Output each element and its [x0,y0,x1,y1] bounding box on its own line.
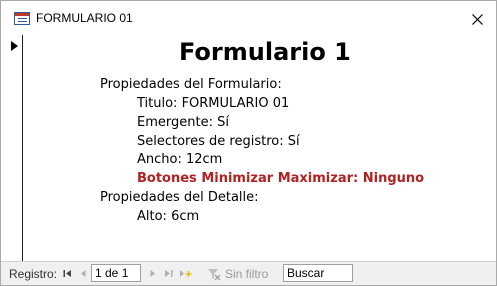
filter-label: Sin filtro [225,267,269,281]
last-record-button[interactable] [162,266,174,280]
property-width: Ancho: 12cm [137,152,223,167]
form-window: FORMULARIO 01 Formulario 1 Propiedades d… [0,0,497,286]
new-record-button[interactable] [178,266,192,280]
record-selector[interactable] [1,35,23,261]
property-height: Alto: 6cm [137,209,200,224]
window-title: FORMULARIO 01 [36,11,133,25]
section-label-form: Propiedades del Formulario: [100,77,282,92]
record-navigation-bar: Registro: 1 de 1 Sin filtro Buscar [1,261,496,285]
property-title: Titulo: FORMULARIO 01 [137,96,290,111]
property-popup: Emergente: Sí [137,115,229,130]
form-icon [14,12,30,25]
previous-record-button[interactable] [77,266,89,280]
next-record-icon [150,269,155,277]
search-field[interactable]: Buscar [283,264,353,282]
new-record-icon [179,269,191,277]
last-record-icon [164,269,172,277]
filter-toggle[interactable]: Sin filtro [207,266,268,282]
current-record-arrow-icon [11,41,18,51]
form-heading: Formulario 1 [179,38,351,66]
next-record-button[interactable] [146,266,158,280]
title-bar[interactable]: FORMULARIO 01 [1,1,496,35]
first-record-button[interactable] [61,266,73,280]
previous-record-icon [80,269,85,277]
property-record-selectors: Selectores de registro: Sí [137,134,300,149]
record-selector-border [22,35,23,261]
record-label: Registro: [9,267,58,281]
current-record-field[interactable]: 1 de 1 [91,264,141,282]
close-button[interactable] [463,7,491,31]
first-record-icon [63,269,71,277]
close-icon [471,13,483,25]
property-min-max-buttons: Botones Minimizar Maximizar: Ninguno [137,171,425,186]
section-label-detail: Propiedades del Detalle: [100,190,259,205]
filter-icon [208,269,221,281]
